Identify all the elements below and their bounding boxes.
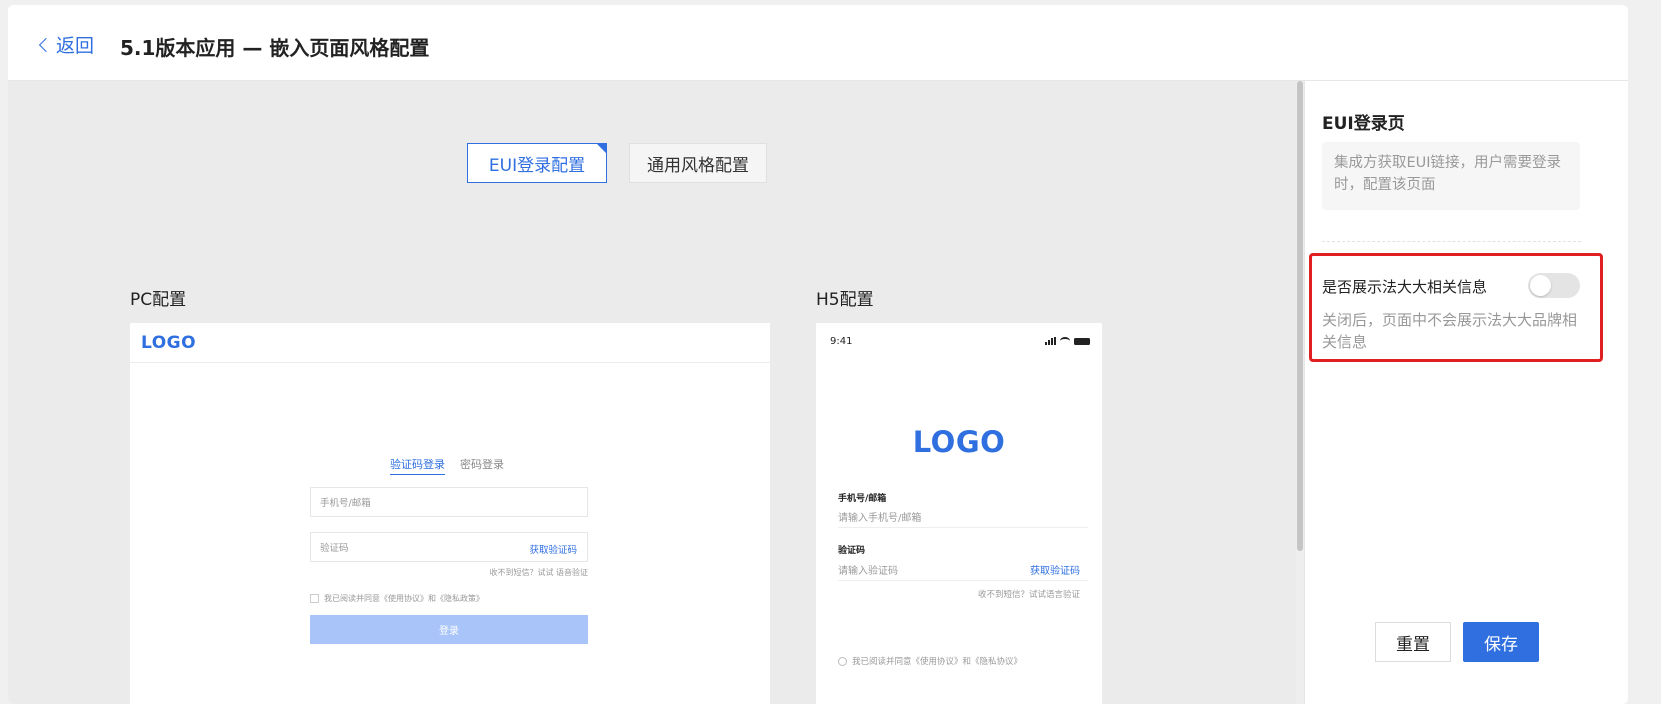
tab-eui-login[interactable]: EUI登录配置 bbox=[467, 143, 607, 183]
pc-section-label: PC配置 bbox=[130, 290, 187, 310]
preview-scrollbar[interactable] bbox=[1296, 81, 1304, 704]
active-corner-icon bbox=[596, 143, 607, 154]
h5-agreement-text: 我已阅读并同意《使用协议》和《隐私协议》 bbox=[852, 657, 1023, 667]
battery-icon bbox=[1074, 338, 1090, 345]
save-button[interactable]: 保存 bbox=[1463, 622, 1539, 662]
panel-title: EUI登录页 bbox=[1322, 114, 1405, 134]
h5-phone-label: 手机号/邮箱 bbox=[838, 494, 887, 504]
pc-phone-placeholder: 手机号/邮箱 bbox=[320, 498, 371, 509]
h5-code-placeholder: 请输入验证码 bbox=[838, 566, 898, 577]
tab-eui-login-label: EUI登录配置 bbox=[488, 155, 586, 176]
h5-agreement: 我已阅读并同意《使用协议》和《隐私协议》 bbox=[838, 655, 1022, 667]
pc-agreement-text: 我已阅读并同意《使用协议》和《隐私政策》 bbox=[324, 594, 484, 603]
pc-agreement-checkbox bbox=[310, 594, 319, 603]
back-button[interactable]: 返回 bbox=[38, 31, 95, 58]
h5-preview: 9:41 LOGO 手机号/邮箱 请输入手机号/邮箱 验证码 请输入验证码 获取… bbox=[816, 323, 1102, 704]
pc-sms-hint: 收不到短信？试试 语音验证 bbox=[489, 568, 588, 577]
h5-sms-hint: 收不到短信？试试语言验证 bbox=[977, 590, 1080, 600]
h5-phone-underline bbox=[838, 527, 1088, 528]
h5-status-time: 9:41 bbox=[830, 336, 853, 347]
pc-get-code-link: 获取验证码 bbox=[529, 545, 577, 556]
pc-login-tabs: 验证码登录 密码登录 bbox=[390, 456, 504, 475]
pc-login-button: 登录 bbox=[310, 615, 588, 644]
chevron-left-icon bbox=[38, 37, 54, 53]
tab-general-style[interactable]: 通用风格配置 bbox=[629, 143, 767, 183]
h5-section-label: H5配置 bbox=[816, 290, 874, 310]
pc-tab-password-login: 密码登录 bbox=[460, 458, 504, 471]
pc-preview: LOGO 验证码登录 密码登录 手机号/邮箱 验证码 获取验证码 收不到短信？试… bbox=[130, 323, 770, 704]
toggle-knob bbox=[1530, 275, 1551, 296]
pc-phone-input: 手机号/邮箱 bbox=[310, 487, 588, 517]
pc-preview-header: LOGO bbox=[130, 323, 770, 363]
h5-phone-placeholder: 请输入手机号/邮箱 bbox=[838, 513, 922, 524]
preview-area: EUI登录配置 通用风格配置 PC配置 H5配置 LOGO 验证码登录 密码登录… bbox=[8, 81, 1304, 704]
h5-get-code-link: 获取验证码 bbox=[1030, 566, 1080, 577]
page-title: 5.1版本应用 — 嵌入页面风格配置 bbox=[120, 36, 430, 60]
h5-code-underline bbox=[838, 580, 1088, 581]
signal-icon bbox=[1045, 337, 1056, 345]
h5-status-icons bbox=[1045, 337, 1090, 345]
pc-code-placeholder: 验证码 bbox=[320, 543, 349, 554]
pc-logo: LOGO bbox=[141, 332, 197, 353]
scrollbar-thumb[interactable] bbox=[1297, 81, 1303, 551]
page-header: 返回 5.1版本应用 — 嵌入页面风格配置 bbox=[8, 5, 1628, 81]
show-fadada-info-description: 关闭后，页面中不会展示法大大品牌相关信息 bbox=[1322, 311, 1578, 351]
h5-logo: LOGO bbox=[912, 425, 1006, 459]
h5-code-label: 验证码 bbox=[838, 546, 866, 556]
panel-description: 集成方获取EUI链接，用户需要登录时，配置该页面 bbox=[1322, 142, 1580, 210]
pc-code-input: 验证码 获取验证码 bbox=[310, 532, 588, 562]
config-tabs: EUI登录配置 通用风格配置 bbox=[467, 143, 767, 183]
show-fadada-info-toggle[interactable] bbox=[1528, 273, 1580, 298]
back-label: 返回 bbox=[56, 35, 95, 57]
panel-divider bbox=[1322, 241, 1581, 242]
pc-agreement: 我已阅读并同意《使用协议》和《隐私政策》 bbox=[310, 593, 484, 604]
tab-general-style-label: 通用风格配置 bbox=[647, 155, 749, 176]
app-window: 返回 5.1版本应用 — 嵌入页面风格配置 EUI登录配置 通用风格配置 PC配… bbox=[8, 5, 1628, 704]
reset-button[interactable]: 重置 bbox=[1375, 622, 1451, 662]
pc-tab-sms-login: 验证码登录 bbox=[390, 456, 445, 475]
h5-agreement-radio bbox=[838, 656, 847, 666]
wifi-icon bbox=[1060, 337, 1070, 345]
show-fadada-info-label: 是否展示法大大相关信息 bbox=[1322, 278, 1488, 296]
settings-panel: EUI登录页 集成方获取EUI链接，用户需要登录时，配置该页面 是否展示法大大相… bbox=[1304, 81, 1628, 704]
